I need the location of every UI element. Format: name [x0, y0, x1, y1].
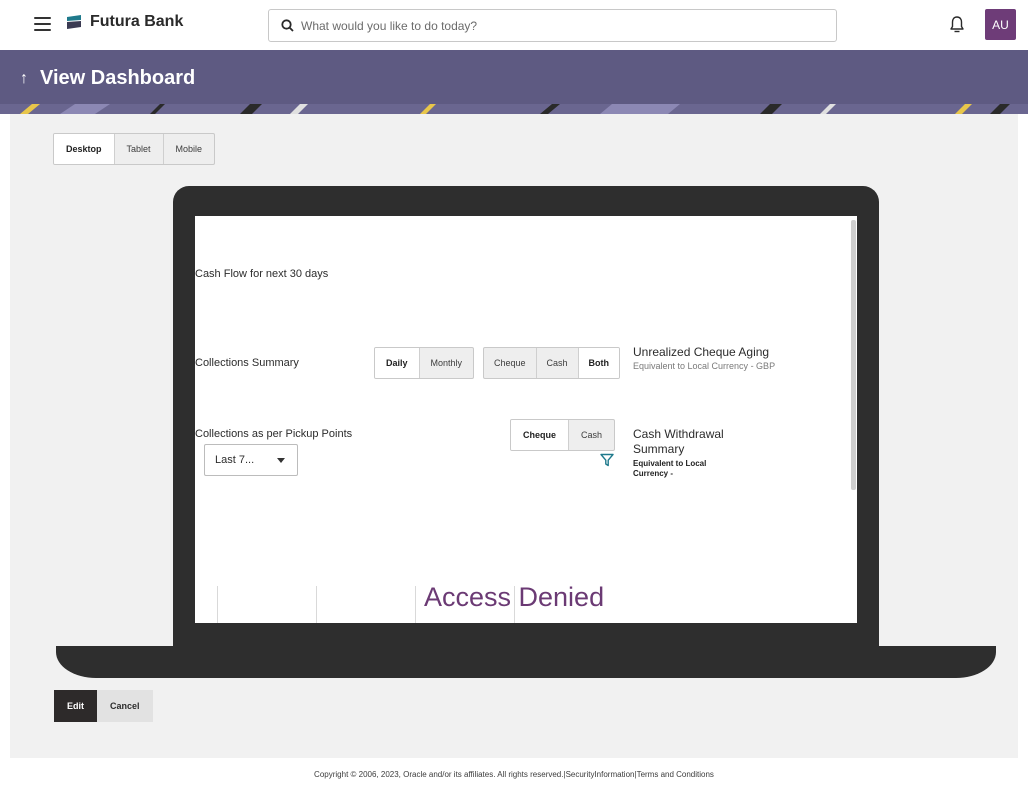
page-title: ↑ View Dashboard [20, 67, 195, 90]
cancel-button[interactable]: Cancel [97, 690, 153, 722]
laptop-screen: Cash Flow for next 30 days Collections S… [195, 216, 857, 623]
laptop-base [56, 646, 996, 678]
edit-button[interactable]: Edit [54, 690, 97, 722]
top-bar: Futura Bank AU [0, 0, 1028, 50]
view-mode-desktop[interactable]: Desktop [54, 134, 114, 164]
cash-withdrawal-title-line1: Cash Withdrawal [633, 427, 724, 441]
user-avatar[interactable]: AU [985, 9, 1016, 40]
page-header: ↑ View Dashboard [0, 50, 1028, 114]
type-cash[interactable]: Cash [535, 348, 578, 378]
cash-flow-widget-title: Cash Flow for next 30 days [195, 268, 329, 280]
search-input[interactable] [301, 18, 836, 33]
type-cheque[interactable]: Cheque [484, 348, 536, 378]
copyright-text: Copyright © 2006, 2023, Oracle and/or it… [314, 770, 566, 779]
form-actions: Edit Cancel [54, 690, 153, 722]
brand[interactable]: Futura Bank [66, 13, 183, 31]
search-icon [281, 19, 294, 32]
period-daily[interactable]: Daily [375, 348, 419, 378]
collections-type-toggle: Cheque Cash Both [483, 347, 621, 379]
brand-name: Futura Bank [90, 13, 184, 30]
collections-period-toggle: Daily Monthly [374, 347, 475, 379]
type-both[interactable]: Both [577, 348, 620, 378]
period-monthly[interactable]: Monthly [418, 348, 474, 378]
hamburger-menu-icon[interactable] [34, 17, 51, 31]
footer: Copyright © 2006, 2023, Oracle and/or it… [0, 770, 1028, 779]
screen-scrollbar[interactable] [851, 220, 856, 490]
pickup-type-cheque[interactable]: Cheque [511, 420, 569, 450]
period-dropdown-value: Last 7... [215, 454, 255, 466]
view-mode-mobile[interactable]: Mobile [162, 134, 215, 164]
page-heading: View Dashboard [40, 67, 196, 89]
cash-withdrawal-note-line2: Currency - [633, 469, 674, 478]
unrealized-cheque-title: Unrealized Cheque Aging [633, 345, 770, 359]
period-dropdown[interactable]: Last 7... [204, 444, 298, 476]
cash-withdrawal-title-line2: Summary [633, 442, 685, 456]
back-arrow-icon[interactable]: ↑ [20, 70, 28, 88]
chevron-down-icon [277, 457, 285, 463]
search-bar[interactable] [268, 9, 837, 42]
collections-summary-title: Collections Summary [195, 357, 299, 369]
unrealized-cheque-subtitle: Equivalent to Local Currency - GBP [633, 361, 776, 371]
pickup-type-cash[interactable]: Cash [568, 420, 614, 450]
cash-withdrawal-note-line1: Equivalent to Local [633, 459, 707, 468]
view-mode-toggle: Desktop Tablet Mobile [53, 133, 216, 165]
bank-logo-icon [67, 15, 81, 29]
access-denied-message: Access Denied [424, 582, 605, 612]
pickup-points-title: Collections as per Pickup Points [195, 428, 353, 440]
header-pattern [0, 104, 1028, 114]
notification-bell-icon[interactable] [949, 15, 965, 34]
view-mode-tablet[interactable]: Tablet [113, 134, 163, 164]
filter-icon[interactable] [600, 453, 614, 467]
pickup-type-toggle: Cheque Cash [510, 419, 616, 451]
terms-link[interactable]: Terms and Conditions [637, 770, 714, 779]
dashboard-preview-area: Desktop Tablet Mobile Cash Flow for next… [10, 114, 1018, 758]
security-information-link[interactable]: SecurityInformation [566, 770, 635, 779]
